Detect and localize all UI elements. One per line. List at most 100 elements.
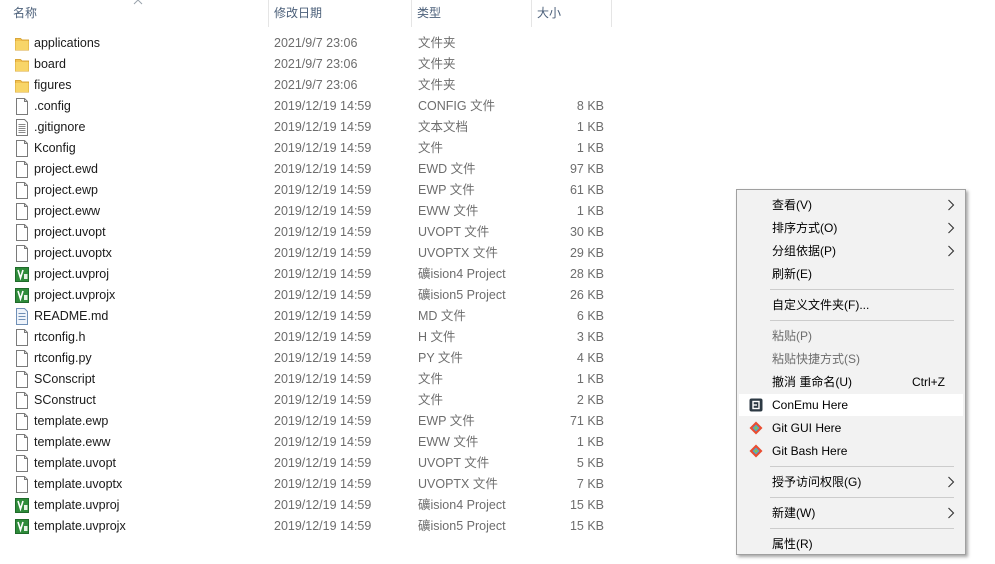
menu-item[interactable]: 刷新(E)	[739, 263, 963, 285]
file-type: PY 文件	[418, 351, 463, 365]
file-date-modified: 2019/12/19 14:59	[274, 309, 372, 323]
file-type: EWP 文件	[418, 414, 475, 428]
conemu-icon	[749, 398, 763, 412]
file-size	[530, 54, 604, 75]
file-row[interactable]: rtconfig.py 2019/12/19 14:59 PY 文件 4 KB	[0, 348, 612, 369]
file-date-modified: 2019/12/19 14:59	[274, 141, 372, 155]
file-date-modified: 2019/12/19 14:59	[274, 204, 372, 218]
file-row[interactable]: .config 2019/12/19 14:59 CONFIG 文件 8 KB	[0, 96, 612, 117]
file-row[interactable]: board 2021/9/7 23:06 文件夹	[0, 54, 612, 75]
column-header-date[interactable]: 修改日期	[270, 0, 410, 27]
file-icon	[15, 98, 29, 115]
menu-item[interactable]: 新建(W)	[739, 502, 963, 524]
file-name: template.uvprojx	[34, 519, 126, 533]
file-row[interactable]: applications 2021/9/7 23:06 文件夹	[0, 33, 612, 54]
file-row[interactable]: template.uvproj 2019/12/19 14:59 礦ision4 P…	[0, 495, 612, 516]
menu-item-label: Git GUI Here	[772, 421, 842, 435]
column-divider[interactable]	[611, 0, 612, 27]
menu-separator	[770, 320, 954, 321]
file-size: 29 KB	[569, 246, 604, 260]
file-row[interactable]: project.uvoptx 2019/12/19 14:59 UVOPTX 文件 2…	[0, 243, 612, 264]
file-row[interactable]: project.uvprojx 2019/12/19 14:59 礦ision5 P…	[0, 285, 612, 306]
menu-item[interactable]: Git Bash Here	[739, 440, 963, 462]
file-size: 15 KB	[569, 519, 604, 533]
column-header-name[interactable]: 名称	[9, 0, 267, 27]
menu-item[interactable]: 自定义文件夹(F)...	[739, 294, 963, 316]
file-row[interactable]: README.md 2019/12/19 14:59 MD 文件 6 KB	[0, 306, 612, 327]
file-row[interactable]: template.ewp 2019/12/19 14:59 EWP 文件 71 KB	[0, 411, 612, 432]
file-row[interactable]: rtconfig.h 2019/12/19 14:59 H 文件 3 KB	[0, 327, 612, 348]
file-name: project.ewp	[34, 183, 98, 197]
menu-item-label: 属性(R)	[772, 537, 813, 551]
file-name: template.uvproj	[34, 498, 120, 512]
file-row[interactable]: Kconfig 2019/12/19 14:59 文件 1 KB	[0, 138, 612, 159]
file-date-modified: 2019/12/19 14:59	[274, 225, 372, 239]
column-divider[interactable]	[268, 0, 269, 27]
file-type: 礦ision5 Project	[418, 288, 506, 302]
git-gui-icon	[749, 421, 763, 435]
file-name: .gitignore	[34, 120, 86, 134]
file-size: 28 KB	[569, 267, 604, 281]
keil-project-icon	[15, 266, 29, 283]
column-header-type[interactable]: 类型	[413, 0, 530, 27]
file-row[interactable]: SConscript 2019/12/19 14:59 文件 1 KB	[0, 369, 612, 390]
file-size	[530, 33, 604, 54]
file-row[interactable]: template.uvoptx 2019/12/19 14:59 UVOPTX 文件…	[0, 474, 612, 495]
file-icon	[15, 455, 29, 472]
file-date-modified: 2019/12/19 14:59	[274, 351, 372, 365]
file-date-modified: 2019/12/19 14:59	[274, 246, 372, 260]
menu-item[interactable]: 撤消 重命名(U) Ctrl+Z	[739, 371, 963, 393]
file-name: project.uvoptx	[34, 246, 112, 260]
menu-item-label: 刷新(E)	[772, 267, 812, 281]
file-name: project.uvproj	[34, 267, 110, 281]
file-row[interactable]: template.uvprojx 2019/12/19 14:59 礦ision5 …	[0, 516, 612, 537]
file-size: 97 KB	[569, 162, 604, 176]
file-name: template.uvopt	[34, 456, 116, 470]
menu-item[interactable]: ConEmu Here	[739, 394, 963, 416]
file-size: 26 KB	[569, 288, 604, 302]
file-row[interactable]: project.ewp 2019/12/19 14:59 EWP 文件 61 KB	[0, 180, 612, 201]
file-row[interactable]: .gitignore 2019/12/19 14:59 文本文档 1 KB	[0, 117, 612, 138]
file-row[interactable]: figures 2021/9/7 23:06 文件夹	[0, 75, 612, 96]
column-divider[interactable]	[411, 0, 412, 27]
menu-separator	[770, 497, 954, 498]
menu-item[interactable]: 授予访问权限(G)	[739, 471, 963, 493]
file-date-modified: 2019/12/19 14:59	[274, 99, 372, 113]
menu-separator	[770, 289, 954, 290]
file-row[interactable]: template.eww 2019/12/19 14:59 EWW 文件 1 KB	[0, 432, 612, 453]
menu-item[interactable]: 排序方式(O)	[739, 217, 963, 239]
file-date-modified: 2019/12/19 14:59	[274, 372, 372, 386]
file-size: 8 KB	[576, 99, 604, 113]
file-type: 文件夹	[418, 36, 456, 50]
file-size: 1 KB	[576, 120, 604, 134]
keil-project-icon	[15, 287, 29, 304]
file-type: 文件	[418, 372, 444, 386]
file-type: EWD 文件	[418, 162, 476, 176]
file-type: CONFIG 文件	[418, 99, 496, 113]
file-type: EWW 文件	[418, 435, 479, 449]
file-type: UVOPT 文件	[418, 456, 490, 470]
column-header-size[interactable]: 大小	[533, 0, 611, 27]
menu-item[interactable]: Git GUI Here	[739, 417, 963, 439]
menu-item[interactable]: 分组依据(P)	[739, 240, 963, 262]
file-name: project.uvopt	[34, 225, 106, 239]
menu-item-label: ConEmu Here	[772, 398, 849, 412]
column-divider[interactable]	[531, 0, 532, 27]
file-row[interactable]: project.uvopt 2019/12/19 14:59 UVOPT 文件 30 …	[0, 222, 612, 243]
file-date-modified: 2019/12/19 14:59	[274, 519, 372, 533]
menu-item: 粘贴快捷方式(S)	[739, 348, 963, 370]
file-row[interactable]: project.uvproj 2019/12/19 14:59 礦ision4 Pr…	[0, 264, 612, 285]
menu-item[interactable]: 属性(R)	[739, 533, 963, 555]
text-file-icon	[15, 119, 29, 136]
menu-item-label: 粘贴(P)	[772, 329, 812, 343]
menu-separator	[770, 466, 954, 467]
file-row[interactable]: SConstruct 2019/12/19 14:59 文件 2 KB	[0, 390, 612, 411]
file-row[interactable]: template.uvopt 2019/12/19 14:59 UVOPT 文件 5 …	[0, 453, 612, 474]
menu-item[interactable]: 查看(V)	[739, 194, 963, 216]
file-date-modified: 2019/12/19 14:59	[274, 183, 372, 197]
file-type: EWP 文件	[418, 183, 475, 197]
file-name: README.md	[34, 309, 109, 323]
file-row[interactable]: project.eww 2019/12/19 14:59 EWW 文件 1 KB	[0, 201, 612, 222]
file-size: 1 KB	[576, 435, 604, 449]
file-row[interactable]: project.ewd 2019/12/19 14:59 EWD 文件 97 KB	[0, 159, 612, 180]
